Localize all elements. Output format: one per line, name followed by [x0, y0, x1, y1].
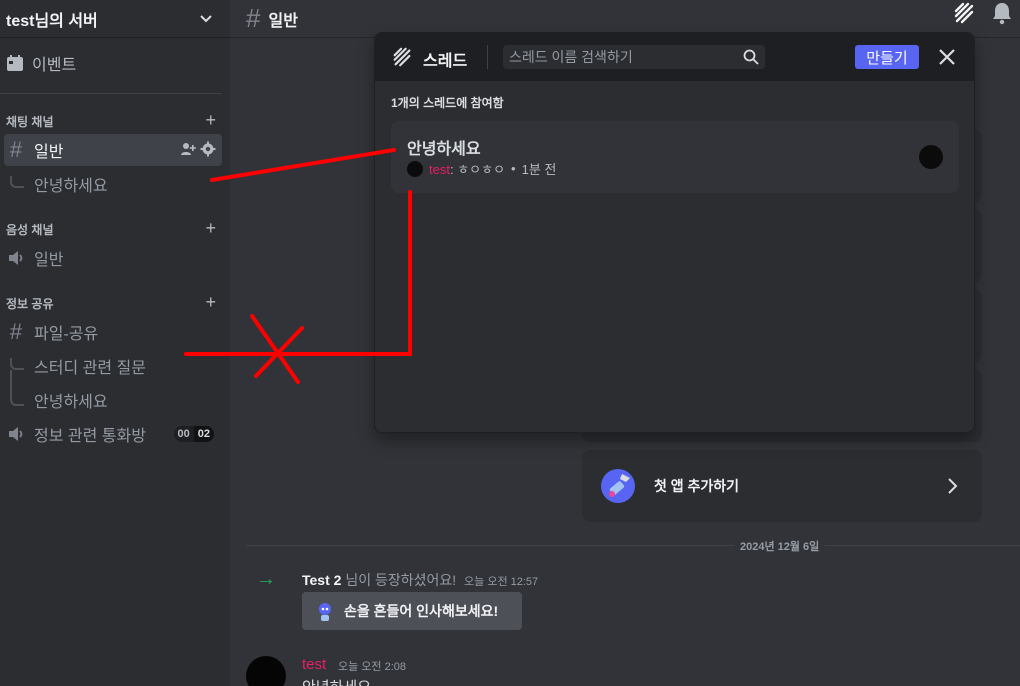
threads-title: 스레드	[423, 53, 468, 70]
thread-label: 스터디 관련 질문	[34, 360, 146, 377]
robot-wave-icon	[319, 603, 331, 621]
category-label: 채팅 채널	[6, 114, 54, 129]
thread-connector	[10, 358, 24, 370]
badge-limit: 02	[193, 426, 214, 442]
app-wrench-icon	[601, 469, 635, 503]
create-thread-button[interactable]: 만들기	[855, 45, 919, 69]
wave-button[interactable]: 손을 흔들어 인사해보세요!	[302, 592, 522, 630]
join-timestamp: 오늘 오전 12:57	[464, 576, 539, 588]
category-label: 정보 공유	[6, 296, 54, 311]
channel-label: 파일-공유	[34, 326, 99, 343]
first-app-label: 첫 앱 추가하기	[654, 478, 740, 494]
badge-count: 00	[173, 426, 194, 442]
thread-meta: test: ㅎㅇㅎㅇ • 1분 전	[407, 159, 556, 178]
message-timestamp: 오늘 오전 2:08	[338, 661, 407, 673]
thread-search	[503, 45, 765, 69]
wave-label: 손을 흔들어 인사해보세요!	[344, 603, 499, 619]
join-username[interactable]: Test 2	[302, 572, 341, 588]
hash-lock-icon: #	[9, 319, 23, 344]
thread-connector	[10, 176, 24, 188]
gear-icon[interactable]	[200, 141, 216, 157]
divider	[0, 93, 222, 94]
chevron-right-icon	[948, 478, 958, 494]
chevron-down-icon	[200, 15, 212, 23]
server-name: test님의 서버	[6, 12, 98, 30]
thread-hello-2[interactable]: 안녕하세요	[34, 386, 108, 414]
close-icon[interactable]	[935, 45, 959, 69]
join-message: Test 2 님이 등장하셨어요! 오늘 오전 12:57	[302, 570, 538, 590]
voice-channel-info[interactable]: 정보 관련 통화방 00 02	[4, 418, 222, 450]
annotation-cross-stroke	[250, 314, 300, 384]
avatar	[407, 160, 423, 177]
add-channel-icon[interactable]: +	[205, 218, 216, 239]
add-channel-icon[interactable]: +	[205, 110, 216, 131]
channel-label: 일반	[34, 144, 64, 161]
avatar	[919, 145, 943, 169]
thread-connector	[10, 370, 24, 406]
speaker-icon	[9, 427, 23, 441]
channel-sidebar: test님의 서버 이벤트 채팅 채널 + # 일반 안녕하세요 음성 채널 +…	[0, 0, 230, 686]
thread-study-question[interactable]: 스터디 관련 질문	[34, 352, 146, 380]
thread-hello[interactable]: 안녕하세요	[34, 170, 108, 198]
divider	[487, 45, 488, 69]
channel-file-share[interactable]: # 파일-공유	[4, 316, 222, 348]
threads-icon	[393, 47, 411, 67]
join-text: 님이 등장하셨어요!	[345, 572, 457, 588]
thread-age: 1분 전	[521, 162, 557, 177]
bell-icon[interactable]	[990, 1, 1014, 25]
channel-title: 일반	[268, 12, 298, 30]
hash-icon: #	[246, 3, 261, 33]
threads-popout: 스레드 만들기 1개의 스레드에 참여함 안녕하세요 test: ㅎㅇㅎㅇ • …	[374, 32, 975, 433]
voice-channel-general[interactable]: 일반	[4, 242, 222, 274]
threads-popout-header: 스레드 만들기	[375, 33, 974, 81]
thread-label: 안녕하세요	[34, 178, 108, 195]
server-header[interactable]: test님의 서버	[0, 0, 230, 38]
thread-author: test	[429, 162, 450, 177]
search-icon	[743, 49, 759, 65]
category-info-share[interactable]: 정보 공유 +	[6, 292, 216, 313]
date-divider	[246, 545, 1020, 546]
threads-icon[interactable]	[952, 1, 976, 25]
join-arrow-icon: →	[256, 568, 276, 590]
thread-preview: : ㅎㅇㅎㅇ	[449, 162, 506, 177]
user-limit-badge: 00 02	[173, 426, 214, 442]
annotation-cross-stroke	[254, 326, 304, 378]
thread-search-input[interactable]	[503, 45, 739, 69]
first-app-card[interactable]: 첫 앱 추가하기	[582, 450, 982, 522]
thread-card[interactable]: 안녕하세요 test: ㅎㅇㅎㅇ • 1분 전	[391, 121, 959, 193]
message-author[interactable]: test	[302, 656, 326, 673]
channel-label: 일반	[34, 252, 64, 269]
speaker-icon	[9, 251, 23, 265]
hash-icon: #	[9, 137, 23, 162]
events-label: 이벤트	[32, 57, 77, 74]
category-label: 음성 채널	[6, 222, 54, 237]
annotation-arrow-line	[210, 148, 396, 182]
date-divider-label: 2024년 12월 6일	[734, 538, 826, 554]
channel-label: 정보 관련 통화방	[34, 428, 146, 445]
joined-threads-count: 1개의 스레드에 참여함	[391, 96, 504, 110]
events-item[interactable]: 이벤트	[6, 50, 76, 76]
avatar[interactable]	[246, 656, 286, 686]
thread-name: 안녕하세요	[407, 141, 481, 158]
thread-dot: •	[511, 161, 516, 176]
thread-label: 안녕하세요	[34, 394, 108, 411]
message-text: 안녕하세요	[302, 676, 371, 686]
channel-general[interactable]: # 일반	[4, 134, 222, 166]
add-channel-icon[interactable]: +	[205, 292, 216, 313]
category-text-channels[interactable]: 채팅 채널 +	[6, 110, 216, 131]
category-voice-channels[interactable]: 음성 채널 +	[6, 218, 216, 239]
invite-icon[interactable]	[180, 141, 196, 157]
calendar-icon	[7, 55, 23, 71]
